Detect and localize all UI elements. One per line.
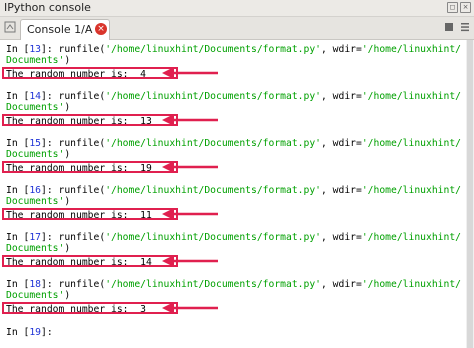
vertical-scrollbar[interactable] bbox=[466, 40, 474, 348]
prompt-suffix: ]: bbox=[41, 91, 59, 102]
input-continuation: Documents') bbox=[6, 290, 70, 301]
close-paren: ) bbox=[64, 196, 71, 207]
prompt-prefix: In [ bbox=[6, 91, 30, 102]
close-paren: ) bbox=[64, 102, 71, 113]
annotation-arrow-icon bbox=[162, 302, 218, 314]
prompt-prefix: In [ bbox=[6, 232, 30, 243]
wdir-arg: , wdir= bbox=[321, 44, 362, 55]
input-continuation: Documents') bbox=[6, 196, 70, 207]
input-continuation: Documents') bbox=[6, 243, 70, 254]
wdir-arg: , wdir= bbox=[321, 185, 362, 196]
output-highlight-box bbox=[2, 114, 178, 126]
tab-bar: Console 1/A × bbox=[0, 17, 474, 40]
annotation-arrow-icon bbox=[162, 161, 218, 173]
prompt-suffix: ]: bbox=[41, 185, 59, 196]
pane-controls: ◻ × bbox=[447, 2, 471, 13]
close-paren: ) bbox=[64, 55, 71, 66]
scrollbar-thumb[interactable] bbox=[467, 40, 473, 348]
pane-titlebar: IPython console ◻ × bbox=[0, 0, 474, 17]
wdir-path: '/home/linuxhint/ bbox=[361, 232, 461, 243]
command: runfile( bbox=[58, 138, 106, 149]
prompt-prefix: In [ bbox=[6, 279, 30, 290]
close-paren: ) bbox=[64, 243, 71, 254]
wdir-path: '/home/linuxhint/ bbox=[361, 185, 461, 196]
wdir-path: '/home/linuxhint/ bbox=[361, 91, 461, 102]
prompt-number: 18 bbox=[29, 279, 42, 290]
new-console-icon[interactable] bbox=[3, 20, 17, 34]
annotation-arrow-icon bbox=[162, 255, 218, 267]
output-highlight-box bbox=[2, 161, 178, 173]
close-pane-icon[interactable]: × bbox=[460, 2, 471, 13]
command: runfile( bbox=[58, 91, 106, 102]
command: runfile( bbox=[58, 232, 106, 243]
input-continuation: Documents') bbox=[6, 55, 70, 66]
close-paren: ) bbox=[64, 290, 71, 301]
annotation-arrow-icon bbox=[162, 114, 218, 126]
annotation-arrow-icon bbox=[162, 208, 218, 220]
file-path: '/home/linuxhint/Documents/format.py' bbox=[105, 91, 321, 102]
prompt-number: 17 bbox=[29, 232, 42, 243]
wdir-arg: , wdir= bbox=[321, 279, 362, 290]
console-output[interactable]: In [13]: runfile('/home/linuxhint/Docume… bbox=[0, 40, 466, 348]
input-line: In [15]: runfile('/home/linuxhint/Docume… bbox=[6, 138, 461, 149]
input-line: In [13]: runfile('/home/linuxhint/Docume… bbox=[6, 44, 461, 55]
tab-label: Console 1/A bbox=[27, 23, 93, 36]
prompt-suffix: ]: bbox=[41, 232, 59, 243]
close-paren: ) bbox=[64, 149, 71, 160]
prompt-prefix: In [ bbox=[6, 44, 30, 55]
prompt-number: 15 bbox=[29, 138, 42, 149]
prompt-prefix: In [ bbox=[6, 138, 30, 149]
prompt-number: 13 bbox=[29, 44, 42, 55]
prompt-prefix: In [ bbox=[6, 185, 30, 196]
file-path: '/home/linuxhint/Documents/format.py' bbox=[105, 44, 321, 55]
close-tab-icon[interactable]: × bbox=[95, 23, 107, 35]
wdir-path-cont: Documents' bbox=[6, 196, 65, 207]
prompt-suffix: ]: bbox=[41, 44, 59, 55]
wdir-arg: , wdir= bbox=[321, 91, 362, 102]
wdir-path-cont: Documents' bbox=[6, 102, 65, 113]
prompt-suffix: ]: bbox=[41, 138, 59, 149]
pane-title: IPython console bbox=[4, 1, 91, 14]
wdir-path: '/home/linuxhint/ bbox=[361, 44, 461, 55]
stop-icon[interactable] bbox=[444, 21, 454, 33]
output-highlight-box bbox=[2, 255, 178, 267]
wdir-arg: , wdir= bbox=[321, 232, 362, 243]
command: runfile( bbox=[58, 44, 106, 55]
wdir-path: '/home/linuxhint/ bbox=[361, 138, 461, 149]
wdir-path-cont: Documents' bbox=[6, 55, 65, 66]
prompt-number: 16 bbox=[29, 185, 42, 196]
output-highlight-box bbox=[2, 67, 178, 79]
wdir-arg: , wdir= bbox=[321, 138, 362, 149]
prompt-prefix: In [ bbox=[6, 327, 30, 338]
prompt-number: 19 bbox=[29, 327, 42, 338]
command: runfile( bbox=[58, 185, 106, 196]
output-highlight-box bbox=[2, 302, 178, 314]
input-continuation: Documents') bbox=[6, 149, 70, 160]
current-input-line[interactable]: In [19]: bbox=[6, 327, 53, 338]
prompt-suffix: ]: bbox=[41, 327, 53, 338]
console-toolbar bbox=[444, 21, 470, 33]
input-line: In [18]: runfile('/home/linuxhint/Docume… bbox=[6, 279, 461, 290]
wdir-path-cont: Documents' bbox=[6, 149, 65, 160]
output-highlight-box bbox=[2, 208, 178, 220]
tab-console-1a[interactable]: Console 1/A × bbox=[20, 19, 110, 40]
wdir-path: '/home/linuxhint/ bbox=[361, 279, 461, 290]
input-line: In [14]: runfile('/home/linuxhint/Docume… bbox=[6, 91, 461, 102]
file-path: '/home/linuxhint/Documents/format.py' bbox=[105, 138, 321, 149]
wdir-path-cont: Documents' bbox=[6, 243, 65, 254]
annotation-arrow-icon bbox=[162, 67, 218, 79]
input-line: In [16]: runfile('/home/linuxhint/Docume… bbox=[6, 185, 461, 196]
prompt-number: 14 bbox=[29, 91, 42, 102]
file-path: '/home/linuxhint/Documents/format.py' bbox=[105, 185, 321, 196]
command: runfile( bbox=[58, 279, 106, 290]
file-path: '/home/linuxhint/Documents/format.py' bbox=[105, 232, 321, 243]
file-path: '/home/linuxhint/Documents/format.py' bbox=[105, 279, 321, 290]
wdir-path-cont: Documents' bbox=[6, 290, 65, 301]
undock-icon[interactable]: ◻ bbox=[447, 2, 458, 13]
input-line: In [17]: runfile('/home/linuxhint/Docume… bbox=[6, 232, 461, 243]
prompt-suffix: ]: bbox=[41, 279, 59, 290]
options-icon[interactable] bbox=[460, 21, 470, 33]
input-continuation: Documents') bbox=[6, 102, 70, 113]
